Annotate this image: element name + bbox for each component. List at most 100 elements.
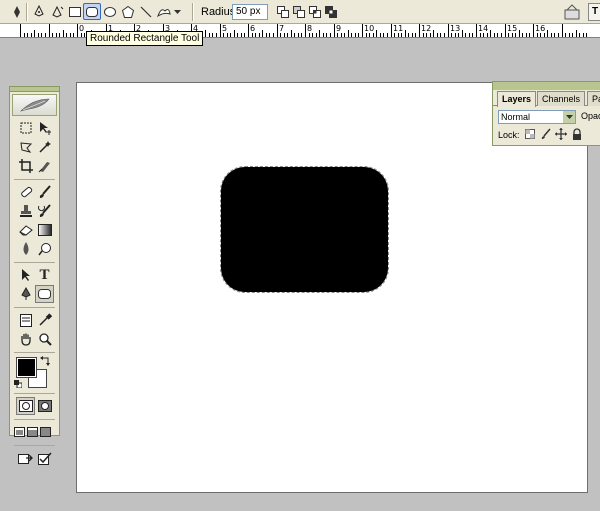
magic-wand-tool-icon[interactable]: [35, 138, 54, 156]
path-selection-tool-icon[interactable]: [16, 266, 35, 284]
ruler-minor-tick: [262, 30, 263, 37]
healing-brush-tool-icon[interactable]: [16, 183, 35, 201]
ruler-minor-tick: [284, 33, 285, 37]
feather-logo-icon[interactable]: [12, 94, 57, 116]
paths-icon[interactable]: [48, 3, 66, 20]
ruler-minor-tick: [259, 33, 260, 37]
palette-tabs: Layers Channels Pa: [493, 90, 600, 107]
marquee-tool-icon[interactable]: [16, 119, 35, 137]
ruler-major-tick: [248, 24, 249, 37]
ruler-minor-tick: [216, 33, 217, 37]
ruler-major-tick: [562, 24, 563, 37]
ruler-major-tick: [391, 24, 392, 37]
lasso-tool-icon[interactable]: [16, 138, 35, 156]
ruler-label: 6: [250, 24, 256, 33]
eyedropper-tool-icon[interactable]: [35, 311, 54, 329]
ruler-minor-tick: [412, 33, 413, 37]
ruler-major-tick: [362, 24, 363, 37]
divider: [14, 419, 55, 420]
ruler-minor-tick: [241, 33, 242, 37]
ruler-minor-tick: [544, 33, 545, 37]
swap-colors-icon[interactable]: [40, 356, 50, 368]
rounded-rectangle-tool-button[interactable]: [35, 285, 54, 303]
type-tool-icon[interactable]: T: [35, 266, 54, 284]
chevron-down-icon[interactable]: [563, 111, 575, 123]
eraser-tool-icon[interactable]: [16, 221, 35, 239]
ruler-minor-tick: [426, 33, 427, 37]
foreground-color-swatch[interactable]: [16, 357, 37, 378]
polygon-tool-icon[interactable]: [119, 3, 137, 20]
radius-input[interactable]: 50 px: [232, 4, 268, 20]
ruler-minor-tick: [309, 33, 310, 37]
ruler-minor-tick: [24, 33, 25, 37]
tab-paths[interactable]: Pa: [587, 91, 600, 106]
brush-tool-icon[interactable]: [35, 183, 54, 201]
ellipse-tool-icon[interactable]: [101, 3, 119, 20]
ruler-minor-tick: [227, 33, 228, 37]
ruler-minor-tick: [209, 33, 210, 37]
default-colors-icon[interactable]: [14, 379, 23, 391]
crop-tool-icon[interactable]: [16, 157, 35, 175]
ruler-major-tick: [448, 24, 449, 37]
ruler-minor-tick: [526, 33, 527, 37]
shape-combine-exclude-icon[interactable]: [322, 3, 340, 20]
ruler-minor-tick: [287, 33, 288, 37]
ruler-minor-tick: [59, 33, 60, 37]
ruler-label: 11: [393, 24, 404, 33]
shape-layers-icon[interactable]: [30, 3, 48, 20]
dodge-tool-icon[interactable]: [35, 240, 54, 258]
lock-image-icon[interactable]: [540, 128, 552, 140]
tab-layers[interactable]: Layers: [497, 91, 537, 107]
custom-shape-tool-icon[interactable]: [155, 3, 173, 20]
rounded-rectangle-shape[interactable]: [220, 166, 389, 293]
checkbox-icon[interactable]: [35, 449, 54, 467]
rectangle-tool-icon[interactable]: [66, 3, 84, 20]
ruler-minor-tick: [383, 33, 384, 37]
ruler-minor-tick: [380, 33, 381, 37]
ruler-minor-tick: [519, 30, 520, 37]
hand-tool-icon[interactable]: [16, 330, 35, 348]
jump-to-imageready-icon[interactable]: [16, 449, 35, 467]
lock-all-icon[interactable]: [571, 128, 583, 140]
gradient-tool-icon[interactable]: [35, 221, 54, 239]
tool-preset-icon[interactable]: [8, 3, 26, 20]
pen-tool-icon[interactable]: [16, 285, 35, 303]
zoom-tool-icon[interactable]: [35, 330, 54, 348]
history-brush-tool-icon[interactable]: [35, 202, 54, 220]
palette-well-button[interactable]: T: [588, 3, 600, 21]
divider: [14, 262, 55, 263]
ruler-minor-tick: [483, 33, 484, 37]
toolbox-grip[interactable]: [10, 87, 59, 92]
line-tool-icon[interactable]: [137, 3, 155, 20]
blur-tool-icon[interactable]: [16, 240, 35, 258]
ruler-label: 8: [307, 24, 313, 33]
chevron-down-icon[interactable]: [172, 3, 182, 20]
standard-screen-mode-icon[interactable]: [13, 423, 26, 441]
lock-transparent-icon[interactable]: [524, 128, 536, 140]
workspace-icon[interactable]: [562, 3, 582, 21]
lock-label: Lock:: [498, 130, 520, 140]
ruler-minor-tick: [38, 33, 39, 37]
quick-mask-mode-icon[interactable]: [35, 397, 54, 415]
clone-stamp-tool-icon[interactable]: [16, 202, 35, 220]
palette-grip[interactable]: [493, 82, 600, 90]
blend-mode-select[interactable]: Normal: [498, 110, 576, 124]
slice-tool-icon[interactable]: [35, 157, 54, 175]
rounded-rectangle-tool-button[interactable]: [83, 3, 101, 20]
full-screen-menubar-icon[interactable]: [26, 423, 39, 441]
ruler-minor-tick: [301, 33, 302, 37]
lock-position-icon[interactable]: [555, 128, 567, 140]
ruler-minor-tick: [291, 30, 292, 37]
ruler-minor-tick: [529, 33, 530, 37]
ruler-label: 14: [478, 24, 489, 33]
ruler-minor-tick: [440, 33, 441, 37]
divider: [14, 179, 55, 180]
tab-channels[interactable]: Channels: [537, 91, 586, 106]
standard-mode-icon[interactable]: [16, 397, 35, 415]
ruler-minor-tick: [472, 33, 473, 37]
full-screen-mode-icon[interactable]: [39, 423, 52, 441]
notes-tool-icon[interactable]: [16, 311, 35, 329]
move-tool-icon[interactable]: [35, 119, 54, 137]
ruler-minor-tick: [515, 33, 516, 37]
ruler-minor-tick: [234, 30, 235, 37]
